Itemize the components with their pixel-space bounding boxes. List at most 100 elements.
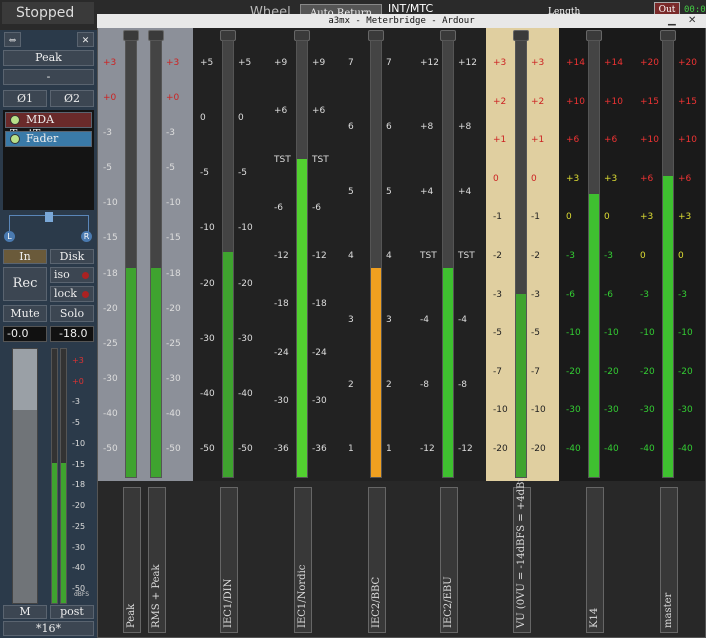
- strip-scale-tick: -10: [72, 438, 86, 448]
- gain-fader[interactable]: [12, 348, 38, 604]
- plugin-fader[interactable]: Fader: [5, 131, 92, 147]
- scale-tick-l: +3: [566, 173, 580, 184]
- isolate-button[interactable]: iso: [50, 267, 94, 283]
- track-name-label: K14: [589, 607, 600, 628]
- track-name-button[interactable]: RMS + Peak: [148, 487, 166, 633]
- track-name-button[interactable]: master: [660, 487, 678, 633]
- scale-tick-r: +1: [531, 135, 545, 146]
- phase-2-button[interactable]: Ø2: [50, 90, 94, 107]
- scale-tick-l: -20: [566, 366, 581, 377]
- lock-label: lock: [54, 287, 77, 300]
- meter-section-bbc: 77665544332211BBCBBC: [345, 28, 419, 505]
- scale-tick-r: -10: [604, 328, 619, 339]
- scale-tick-l: +3: [640, 212, 654, 223]
- track-name-button[interactable]: VU (0VU = -14dBFS = +4dBu): [513, 471, 531, 633]
- strip-scale-tick: +3: [72, 356, 84, 365]
- width-toggle-button[interactable]: ⇔: [4, 32, 21, 47]
- scale-tick-r: -40: [238, 388, 253, 399]
- scale-tick-l: -30: [566, 405, 581, 416]
- solo-button[interactable]: Solo: [50, 305, 94, 322]
- track-name-button[interactable]: IEC1/Nordic: [294, 487, 312, 633]
- strip-meter-right: [60, 348, 67, 604]
- strip-scale-tick: -25: [72, 521, 86, 531]
- scale-tick-r: 0: [678, 251, 684, 261]
- track-name-button[interactable]: Peak: [123, 487, 141, 633]
- record-button[interactable]: Rec: [3, 267, 47, 301]
- monitor-disk-button[interactable]: Disk: [50, 249, 94, 264]
- strip-scale-tick: -40: [72, 563, 86, 573]
- mute-button[interactable]: Mute: [3, 305, 47, 322]
- scale-tick-r: -15: [166, 233, 181, 244]
- scale-tick-r: -20: [238, 278, 253, 289]
- scale-tick-l: -4: [420, 315, 429, 326]
- plugin-mda-testtone[interactable]: MDA TestTo:: [5, 112, 92, 140]
- peak-display[interactable]: -18.0: [50, 326, 94, 342]
- scale-tick-l: +8: [420, 122, 434, 133]
- scale-tick-r: -3: [531, 289, 540, 300]
- meter-type-button[interactable]: Peak: [3, 50, 94, 66]
- meter-level: [61, 463, 66, 603]
- scale-tick-r: 7: [386, 58, 392, 68]
- input-selector[interactable]: -: [3, 69, 94, 85]
- scale-tick-l: 1: [348, 444, 354, 454]
- monitor-input-button[interactable]: In: [3, 249, 47, 264]
- scale-tick-l: +15: [640, 96, 659, 107]
- level-meter: [296, 40, 308, 478]
- strip-name-button[interactable]: *16*: [3, 621, 94, 636]
- track-name-button[interactable]: IEC2/EBU: [440, 487, 458, 633]
- plugin-active-led: [10, 134, 20, 144]
- scale-tick-r: +3: [166, 58, 180, 68]
- phase-1-button[interactable]: Ø1: [3, 90, 47, 107]
- panner[interactable]: L R: [3, 212, 94, 244]
- scale-tick-l: -40: [200, 388, 215, 399]
- meter-point-m-button[interactable]: M: [3, 605, 47, 619]
- scale-tick-l: +10: [640, 135, 659, 146]
- scale-tick-r: +14: [604, 58, 623, 68]
- processor-box: MDA TestTo: Fader: [3, 110, 94, 210]
- scale-tick-r: +2: [531, 96, 545, 107]
- scale-tick-r: +6: [312, 106, 326, 117]
- track-name-button[interactable]: IEC2/BBC: [368, 487, 386, 633]
- safe-lock-button[interactable]: lock: [50, 286, 94, 302]
- mixer-strip: ⇔ ✕ Peak - Ø1 Ø2 MDA TestTo: Fader L R I…: [0, 30, 97, 638]
- scale-tick-l: -20: [103, 303, 118, 314]
- track-name-button[interactable]: K14: [586, 487, 604, 633]
- scale-tick-r: -40: [604, 444, 619, 454]
- scale-tick-l: -30: [274, 395, 289, 406]
- scale-tick-l: -2: [493, 251, 502, 261]
- width-icon: ⇔: [8, 36, 17, 46]
- scale-tick-l: -7: [493, 366, 502, 377]
- scale-tick-l: 0: [566, 212, 572, 223]
- minimize-icon[interactable]: ▁: [668, 15, 676, 26]
- scale-tick-r: -3: [678, 289, 687, 300]
- scale-tick-r: -6: [604, 289, 613, 300]
- scale-tick-r: TST: [458, 251, 475, 261]
- scale-tick-l: -3: [493, 289, 502, 300]
- scale-tick-l: -36: [274, 444, 289, 454]
- scale-tick-r: +0: [166, 93, 180, 104]
- scale-tick-r: 6: [386, 122, 392, 133]
- scale-tick-l: -18: [103, 268, 118, 279]
- scale-tick-r: 5: [386, 186, 392, 197]
- level-meter: [515, 40, 527, 478]
- hide-strip-button[interactable]: ✕: [77, 32, 94, 47]
- scale-tick-r: -20: [531, 444, 546, 454]
- scale-tick-l: TST: [420, 251, 437, 261]
- scale-tick-r: +5: [238, 58, 252, 68]
- scale-tick-l: -12: [274, 251, 289, 261]
- pan-position-handle[interactable]: [45, 212, 53, 222]
- scale-tick-r: -36: [312, 444, 327, 454]
- scale-tick-l: -3: [640, 289, 649, 300]
- scale-tick-l: +6: [640, 173, 654, 184]
- scale-tick-r: -50: [238, 444, 253, 454]
- scale-tick-l: -50: [103, 444, 118, 454]
- track-name-button[interactable]: IEC1/DIN: [220, 487, 238, 633]
- scale-tick-l: -24: [274, 347, 289, 358]
- close-icon[interactable]: ✕: [688, 15, 696, 26]
- gain-entry[interactable]: -0.0: [3, 326, 47, 342]
- level-meter: [370, 40, 382, 478]
- scale-tick-r: -30: [238, 333, 253, 344]
- meter-point-post-button[interactable]: post: [50, 605, 94, 619]
- meter-level: [151, 267, 161, 477]
- strip-scale-unit: dBFS: [74, 591, 90, 598]
